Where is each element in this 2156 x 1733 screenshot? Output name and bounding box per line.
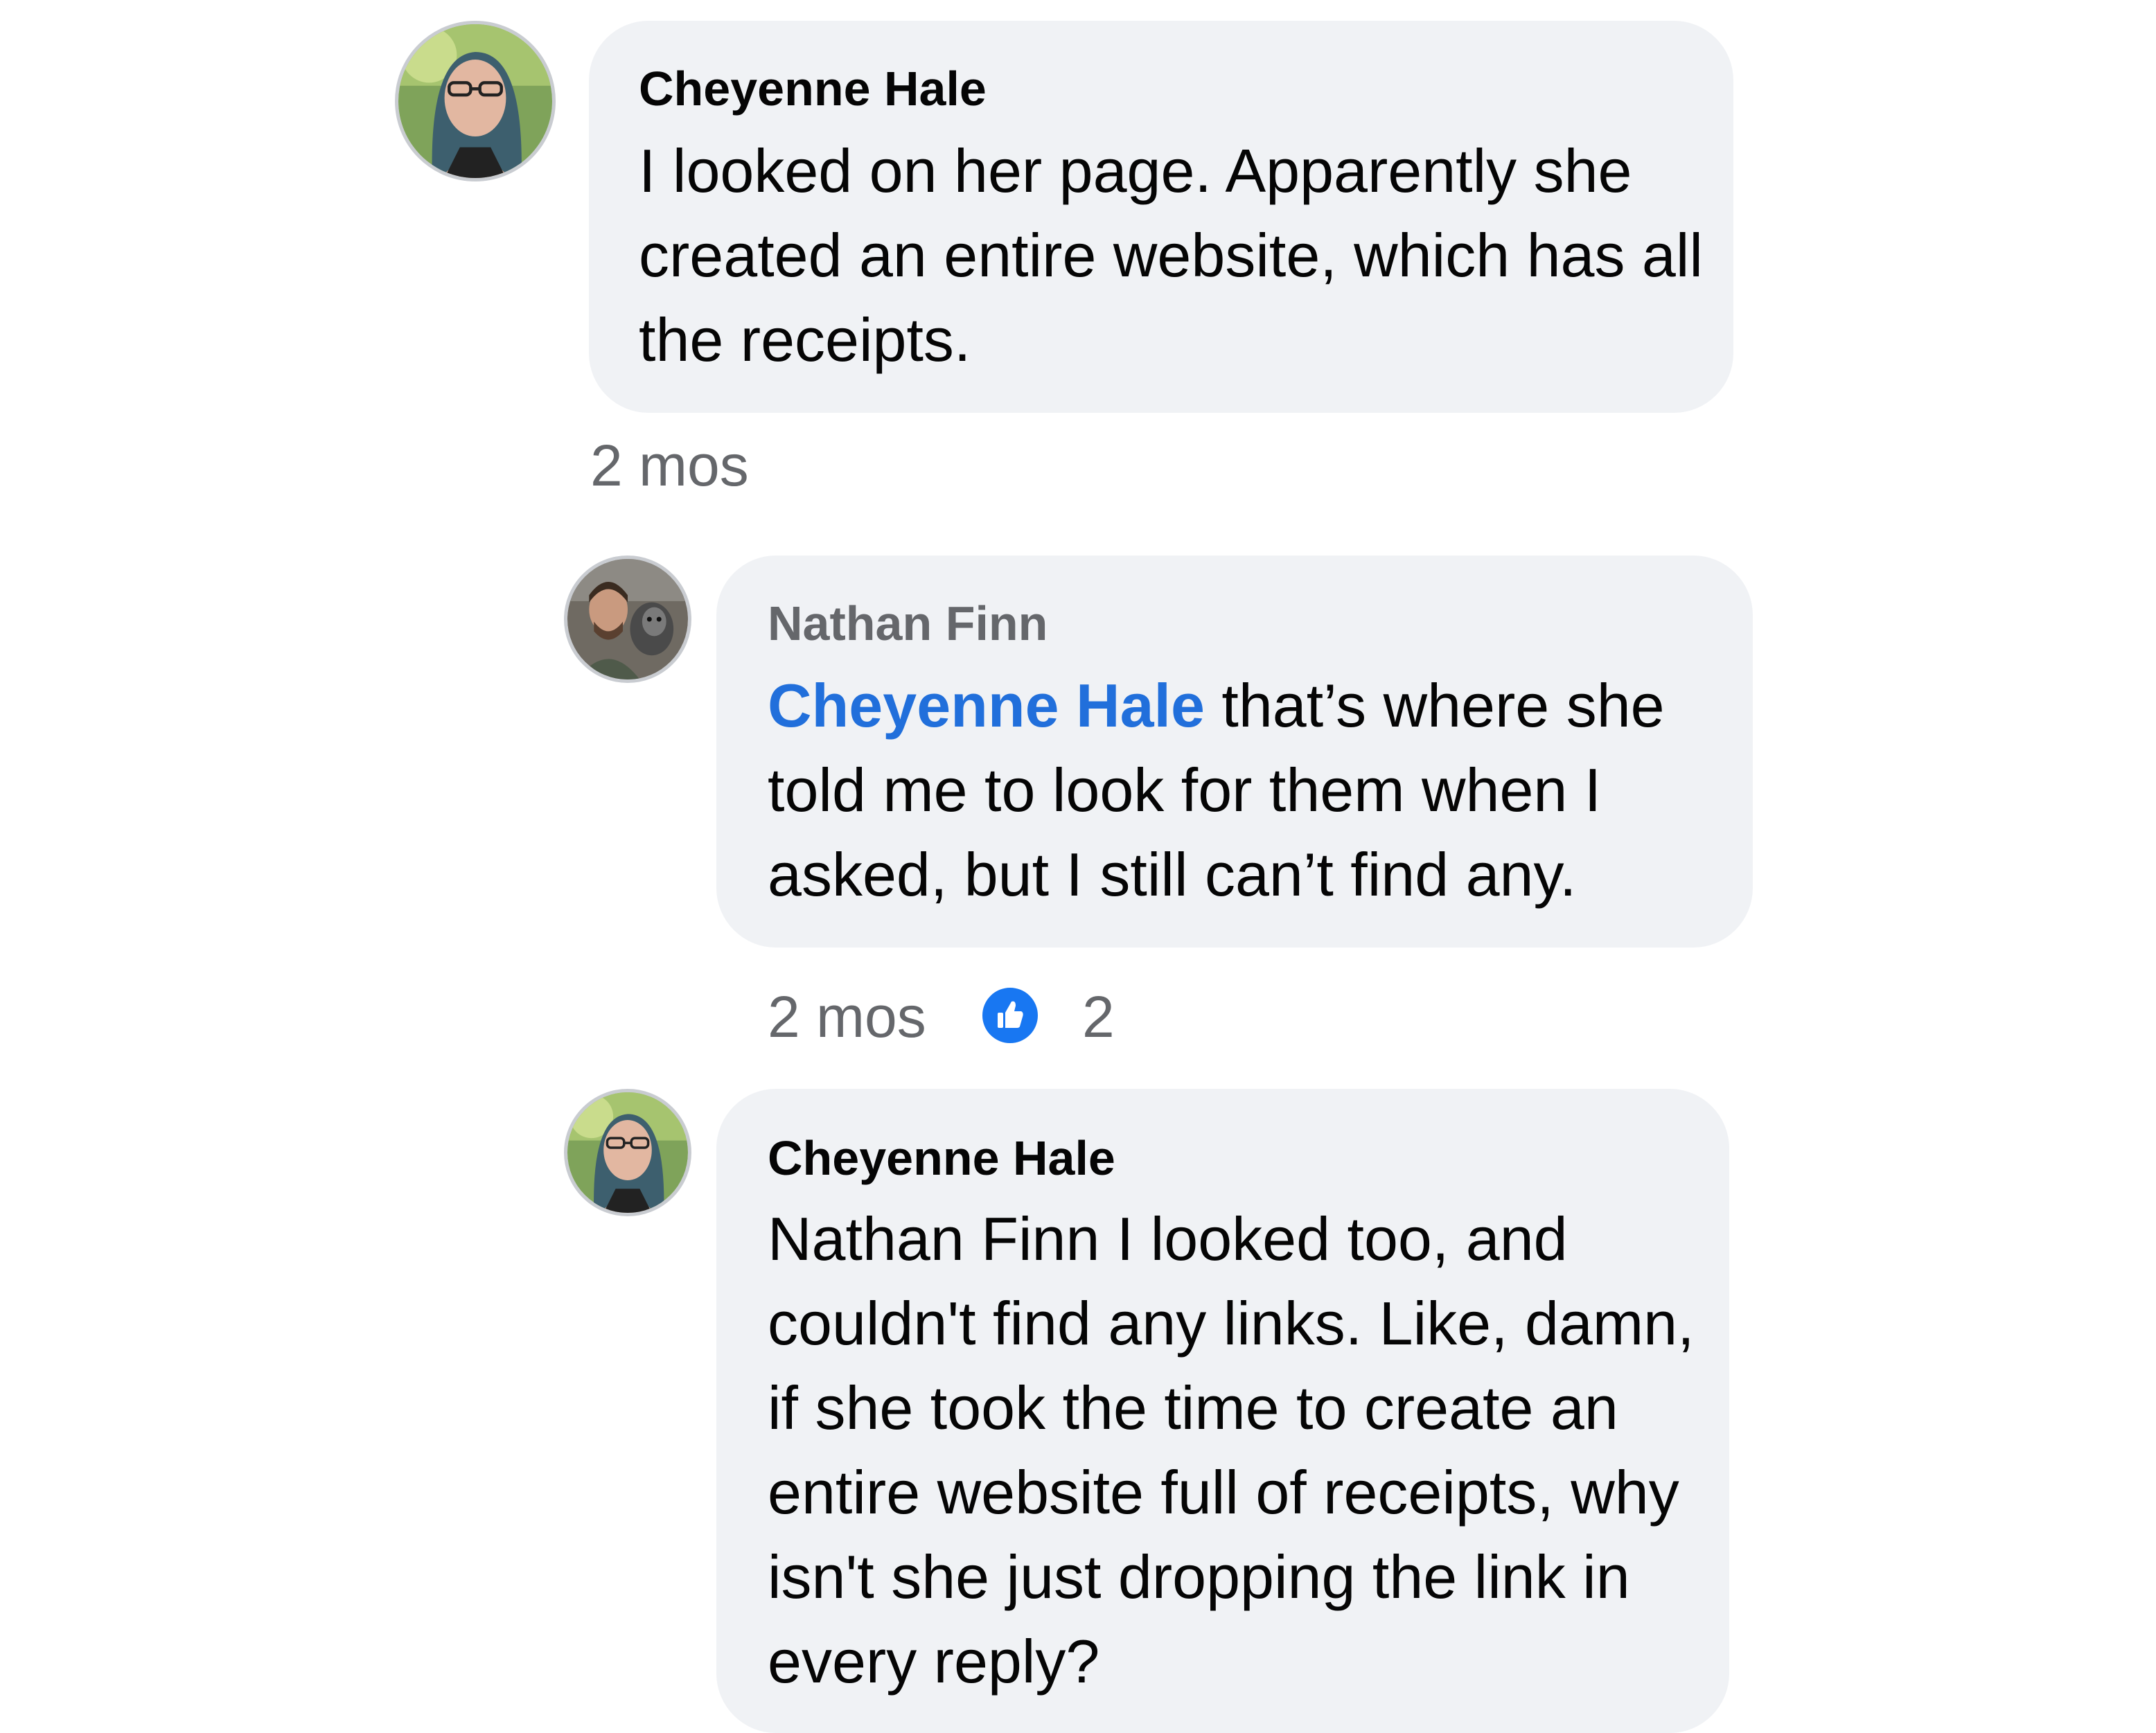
avatar[interactable] (564, 556, 691, 683)
comment-author[interactable]: Cheyenne Hale (639, 61, 987, 116)
like-icon[interactable] (978, 984, 1042, 1047)
profile-photo-cheyenne-hale (567, 1092, 688, 1213)
comment-author[interactable]: Nathan Finn (768, 596, 1048, 651)
comment-author[interactable]: Cheyenne Hale (768, 1130, 1115, 1186)
mention-link[interactable]: Cheyenne Hale (768, 671, 1205, 740)
reaction-count[interactable]: 2 (1082, 982, 1115, 1051)
avatar[interactable] (395, 21, 556, 181)
avatar[interactable] (564, 1089, 691, 1216)
comment-timestamp[interactable]: 2 mos (590, 431, 749, 500)
comment-text: I looked on her page. Apparently she cre… (639, 136, 1703, 374)
profile-photo-nathan-finn (567, 559, 688, 679)
comment-text: Nathan Finn I looked too, and couldn't f… (768, 1205, 1695, 1696)
comment-text: Cheyenne Hale that’s where she told me t… (768, 664, 1738, 917)
comment-timestamp[interactable]: 2 mos (768, 982, 926, 1051)
profile-photo-cheyenne-hale (398, 24, 552, 178)
